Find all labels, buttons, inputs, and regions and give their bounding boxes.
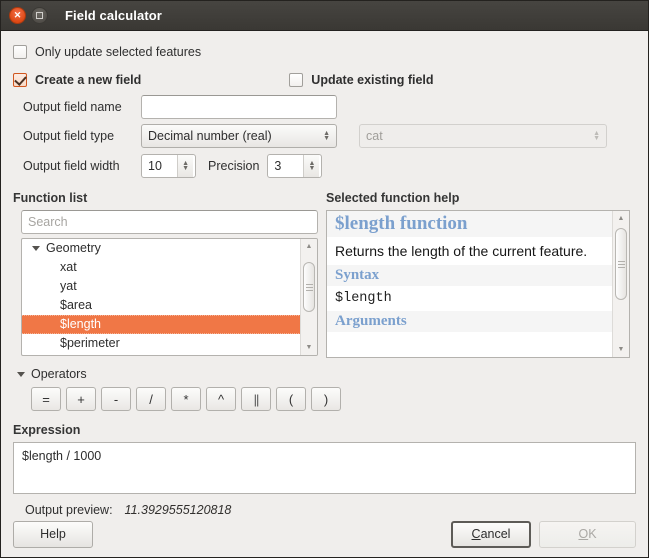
create-new-field-label: Create a new field (35, 73, 142, 87)
output-field-width-row: Output field width 10 ▲ ▼ Precision 3 ▲ ▼ (13, 151, 636, 181)
tree-item-xat[interactable]: xat (22, 258, 317, 277)
help-syntax-heading: Syntax (327, 265, 629, 286)
function-list-caption: Function list (13, 191, 88, 205)
cancel-mnemonic: C (471, 527, 481, 541)
only-update-selected-label: Only update selected features (35, 45, 202, 59)
maximize-icon[interactable] (31, 7, 48, 24)
scroll-up-icon[interactable]: ▲ (613, 211, 629, 226)
operator-button-minus[interactable]: - (101, 387, 131, 411)
help-button[interactable]: Help (13, 520, 93, 548)
expression-caption: Expression (13, 423, 81, 437)
tree-item-yat[interactable]: yat (22, 277, 317, 296)
existing-field-value: cat (366, 129, 383, 143)
function-help-panel[interactable]: $length function Returns the length of t… (326, 210, 630, 358)
help-syntax-code: $length (335, 291, 392, 306)
close-icon[interactable]: ✕ (9, 7, 26, 24)
operator-buttons: = + - / * ^ || ( ) (13, 387, 636, 411)
scrollbar-thumb[interactable] (303, 262, 315, 312)
help-description: Returns the length of the current featur… (335, 243, 588, 259)
tree-group-label: Geometry (46, 241, 101, 255)
only-update-selected-checkbox[interactable] (13, 45, 27, 59)
chevron-updown-icon: ▲ ▼ (323, 130, 330, 142)
stepper-arrows-icon[interactable]: ▲ ▼ (177, 155, 193, 177)
function-tree[interactable]: Geometry xat yat $area $length $perimete… (21, 238, 318, 356)
scroll-down-icon[interactable]: ▼ (613, 342, 629, 357)
operator-button-concat[interactable]: || (241, 387, 271, 411)
chevron-updown-icon: ▲ ▼ (593, 130, 600, 142)
operator-button-multiply[interactable]: * (171, 387, 201, 411)
cancel-label: ancel (480, 527, 511, 541)
cancel-button[interactable]: Cancel (451, 520, 531, 548)
existing-field-combo: cat ▲ ▼ (359, 124, 607, 148)
output-field-width-stepper[interactable]: 10 ▲ ▼ (141, 154, 196, 178)
title-bar: ✕ Field calculator (1, 1, 648, 31)
function-list-panel: Search Geometry xat yat $area $length $p… (13, 210, 326, 356)
update-existing-field-checkbox[interactable] (289, 73, 304, 87)
function-panels: Search Geometry xat yat $area $length $p… (13, 210, 636, 358)
operator-button-open-paren[interactable]: ( (276, 387, 306, 411)
panel-captions-row: Function list Selected function help (13, 191, 636, 210)
grip-icon (617, 259, 625, 270)
scrollbar-track[interactable] (615, 226, 627, 342)
help-content: $length function Returns the length of t… (327, 211, 629, 357)
expression-input[interactable]: $length / 1000 (13, 442, 636, 494)
dialog-footer: Help Cancel OK (1, 511, 648, 557)
tree-item-perimeter[interactable]: $perimeter (22, 334, 317, 353)
help-arguments-heading: Arguments (327, 311, 629, 332)
create-new-field-checkbox[interactable] (13, 73, 27, 87)
operator-button-close-paren[interactable]: ) (311, 387, 341, 411)
operator-button-power[interactable]: ^ (206, 387, 236, 411)
grip-icon (305, 282, 313, 293)
window-title: Field calculator (65, 8, 162, 23)
field-calculator-window: ✕ Field calculator Only update selected … (0, 0, 649, 558)
ok-label: K (588, 527, 597, 541)
chevron-down-icon[interactable] (17, 371, 25, 377)
operators-caption: Operators (31, 367, 87, 381)
ok-button[interactable]: OK (539, 520, 636, 548)
chevron-down-icon[interactable] (32, 246, 40, 252)
dialog-body: Only update selected features Create a n… (1, 31, 648, 557)
output-field-type-row: Output field type Decimal number (real) … (13, 121, 636, 151)
operator-button-equals[interactable]: = (31, 387, 61, 411)
operator-button-divide[interactable]: / (136, 387, 166, 411)
output-field-type-combo[interactable]: Decimal number (real) ▲ ▼ (141, 124, 337, 148)
precision-value: 3 (274, 159, 282, 173)
stepper-arrows-icon[interactable]: ▲ ▼ (303, 155, 320, 177)
tree-item-area[interactable]: $area (22, 296, 317, 315)
only-update-selected-row[interactable]: Only update selected features (13, 41, 636, 63)
scrollbar-track[interactable] (303, 254, 315, 340)
output-field-name-input[interactable] (141, 95, 337, 119)
precision-stepper[interactable]: 3 ▲ ▼ (267, 154, 323, 178)
help-title: $length function (327, 211, 629, 237)
output-field-type-value: Decimal number (real) (148, 129, 272, 143)
help-scrollbar[interactable]: ▲ ▼ (612, 211, 629, 357)
operator-button-plus[interactable]: + (66, 387, 96, 411)
tree-group-geometry[interactable]: Geometry (22, 239, 317, 258)
tree-item-length[interactable]: $length (22, 315, 317, 334)
output-field-name-row: Output field name (13, 93, 636, 121)
precision-label: Precision (208, 159, 260, 173)
output-field-type-label: Output field type (23, 129, 115, 143)
update-existing-field-label: Update existing field (311, 73, 434, 87)
search-input[interactable]: Search (21, 210, 318, 234)
function-list-scrollbar[interactable]: ▲ ▼ (300, 239, 317, 355)
scroll-up-icon[interactable]: ▲ (301, 239, 317, 254)
field-mode-row: Create a new field Update existing field (13, 67, 636, 93)
scroll-down-icon[interactable]: ▼ (301, 340, 317, 355)
ok-mnemonic: O (578, 527, 589, 541)
output-field-name-label: Output field name (23, 100, 122, 114)
operators-header[interactable]: Operators (13, 367, 636, 381)
help-caption: Selected function help (326, 191, 460, 205)
output-field-width-label: Output field width (23, 159, 120, 173)
scrollbar-thumb[interactable] (615, 228, 627, 300)
output-field-width-value: 10 (148, 159, 162, 173)
